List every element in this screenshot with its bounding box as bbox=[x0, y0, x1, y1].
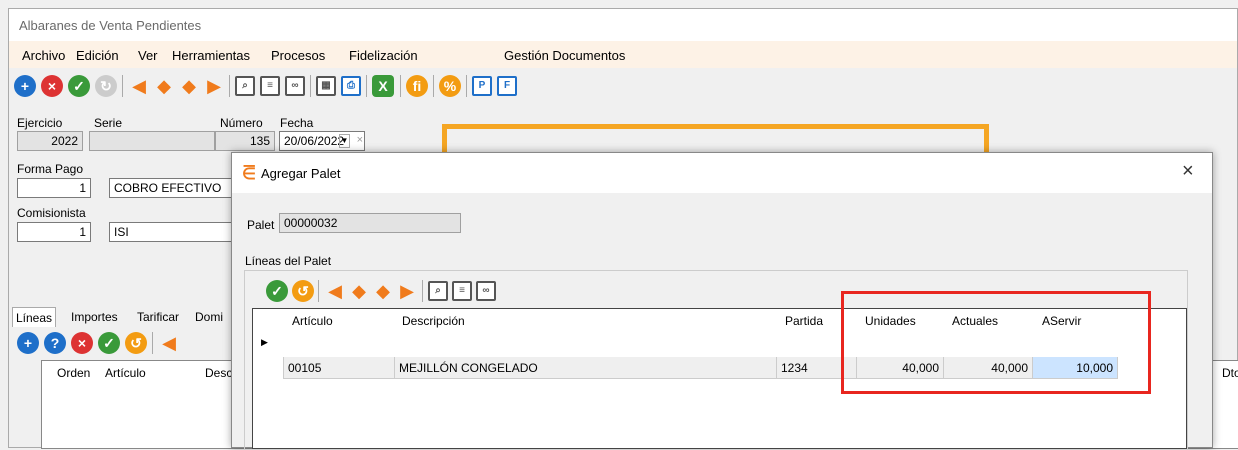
highlight-box bbox=[841, 291, 1151, 394]
excel-icon[interactable]: X bbox=[372, 75, 394, 97]
accept-icon[interactable]: ✓ bbox=[98, 332, 120, 354]
col-articulo: Artículo bbox=[105, 366, 146, 380]
col-articulo: Artículo bbox=[288, 309, 337, 333]
menu-procesos[interactable]: Procesos bbox=[271, 48, 325, 63]
main-toolbar: + × ✓ ↻ ◀ ◆ ◆ ▶ ⌕ ≡ ∞ ▦ ⎙ X fi % P F bbox=[9, 70, 1237, 102]
forma-pago-desc[interactable]: COBRO EFECTIVO bbox=[109, 178, 234, 198]
accept-icon[interactable]: ✓ bbox=[266, 280, 288, 302]
fecha-label: Fecha bbox=[280, 116, 314, 130]
col-dto: Dto bbox=[1222, 366, 1238, 380]
fi-icon[interactable]: fi bbox=[406, 75, 428, 97]
comisionista-code[interactable]: 1 bbox=[17, 222, 91, 242]
delete-icon[interactable]: × bbox=[71, 332, 93, 354]
numero-label: Número bbox=[220, 116, 263, 130]
palet-toolbar: ✓ ↺ ◀ ◆ ◆ ▶ ⌕ ≡ ∞ bbox=[252, 277, 602, 305]
tab-tarificar[interactable]: Tarificar bbox=[134, 307, 182, 327]
menu-bar: Archivo Edición Ver Herramientas Proceso… bbox=[9, 41, 1237, 68]
dialog-title: Agregar Palet bbox=[261, 166, 341, 181]
toolbar-separator bbox=[229, 75, 230, 97]
first-icon[interactable]: ◀ bbox=[159, 333, 179, 353]
chevron-down-icon[interactable]: ▼ bbox=[339, 134, 350, 148]
comisionista-label: Comisionista bbox=[17, 206, 86, 220]
forma-pago-label: Forma Pago bbox=[17, 162, 84, 176]
cell-descripcion[interactable]: MEJILLÓN CONGELADO bbox=[395, 357, 777, 379]
col-desc: Desc bbox=[205, 366, 233, 380]
toolbar-separator bbox=[122, 75, 123, 97]
dialog-titlebar: ⋶ Agregar Palet × bbox=[232, 153, 1212, 193]
accept-icon[interactable]: ✓ bbox=[68, 75, 90, 97]
add-icon[interactable]: + bbox=[14, 75, 36, 97]
print-icon[interactable]: ⎙ bbox=[341, 76, 361, 96]
app-logo-icon: ⋶ bbox=[242, 166, 256, 183]
group-label: Líneas del Palet bbox=[245, 254, 332, 268]
cell-articulo[interactable]: 00105 bbox=[283, 357, 395, 379]
toolbar-separator bbox=[366, 75, 367, 97]
lines-toolbar: + ? × ✓ ↺ ◀ bbox=[9, 327, 239, 359]
add-icon[interactable]: + bbox=[17, 332, 39, 354]
binoculars-icon[interactable]: ∞ bbox=[476, 281, 496, 301]
toolbar-separator bbox=[466, 75, 467, 97]
ejercicio-field[interactable]: 2022 bbox=[17, 131, 83, 151]
palet-label: Palet bbox=[247, 218, 275, 232]
palet-field[interactable]: 00000032 bbox=[279, 213, 461, 233]
refresh-icon[interactable]: ↻ bbox=[95, 75, 117, 97]
first-icon[interactable]: ◀ bbox=[129, 76, 149, 96]
row-pointer-icon: ▶ bbox=[261, 337, 268, 347]
menu-herramientas[interactable]: Herramientas bbox=[172, 48, 250, 63]
undo-icon[interactable]: ↺ bbox=[292, 280, 314, 302]
col-orden: Orden bbox=[57, 366, 91, 380]
numero-field[interactable]: 135 bbox=[215, 131, 275, 151]
f-icon[interactable]: F bbox=[497, 76, 517, 96]
tab-importes[interactable]: Importes bbox=[68, 307, 121, 327]
prev-icon[interactable]: ◆ bbox=[349, 281, 369, 301]
col-partida: Partida bbox=[781, 309, 828, 333]
toolbar-separator bbox=[400, 75, 401, 97]
menu-ver[interactable]: Ver bbox=[138, 48, 158, 63]
menu-fidelizacion[interactable]: Fidelización bbox=[349, 48, 418, 63]
search-icon[interactable]: ⌕ bbox=[428, 281, 448, 301]
p-icon[interactable]: P bbox=[472, 76, 492, 96]
binoculars-icon[interactable]: ∞ bbox=[285, 76, 305, 96]
last-icon[interactable]: ▶ bbox=[204, 76, 224, 96]
undo-icon[interactable]: ↺ bbox=[125, 332, 147, 354]
fecha-value: 20/06/2022 bbox=[284, 134, 345, 148]
menu-gestion-documentos[interactable]: Gestión Documentos bbox=[504, 48, 625, 63]
next-icon[interactable]: ◆ bbox=[373, 281, 393, 301]
close-icon[interactable]: × bbox=[1182, 160, 1194, 183]
first-icon[interactable]: ◀ bbox=[325, 281, 345, 301]
window-title: Albaranes de Venta Pendientes bbox=[9, 9, 1237, 41]
delete-icon[interactable]: × bbox=[41, 75, 63, 97]
menu-edicion[interactable]: Edición bbox=[76, 48, 119, 63]
comisionista-desc[interactable]: ISI bbox=[109, 222, 234, 242]
menu-archivo[interactable]: Archivo bbox=[22, 48, 65, 63]
filter-icon[interactable]: ≡ bbox=[260, 76, 280, 96]
last-icon[interactable]: ▶ bbox=[397, 281, 417, 301]
toolbar-separator bbox=[318, 280, 319, 302]
forma-pago-code[interactable]: 1 bbox=[17, 178, 91, 198]
filter-icon[interactable]: ≡ bbox=[452, 281, 472, 301]
prev-icon[interactable]: ◆ bbox=[154, 76, 174, 96]
toolbar-separator bbox=[422, 280, 423, 302]
toolbar-separator bbox=[152, 332, 153, 354]
tab-lineas[interactable]: Líneas bbox=[12, 307, 57, 327]
fecha-field[interactable]: 20/06/2022 ▼ × bbox=[279, 131, 365, 151]
tab-domi[interactable]: Domi bbox=[192, 307, 226, 327]
serie-label: Serie bbox=[94, 116, 123, 130]
toolbar-separator bbox=[310, 75, 311, 97]
ejercicio-label: Ejercicio bbox=[17, 116, 63, 130]
percent-icon[interactable]: % bbox=[439, 75, 461, 97]
help-icon[interactable]: ? bbox=[44, 332, 66, 354]
clear-icon[interactable]: × bbox=[357, 134, 363, 146]
search-icon[interactable]: ⌕ bbox=[235, 76, 255, 96]
serie-field[interactable] bbox=[89, 131, 215, 151]
next-icon[interactable]: ◆ bbox=[179, 76, 199, 96]
col-descripcion: Descripción bbox=[398, 309, 469, 333]
calculator-icon[interactable]: ▦ bbox=[316, 76, 336, 96]
toolbar-separator bbox=[433, 75, 434, 97]
